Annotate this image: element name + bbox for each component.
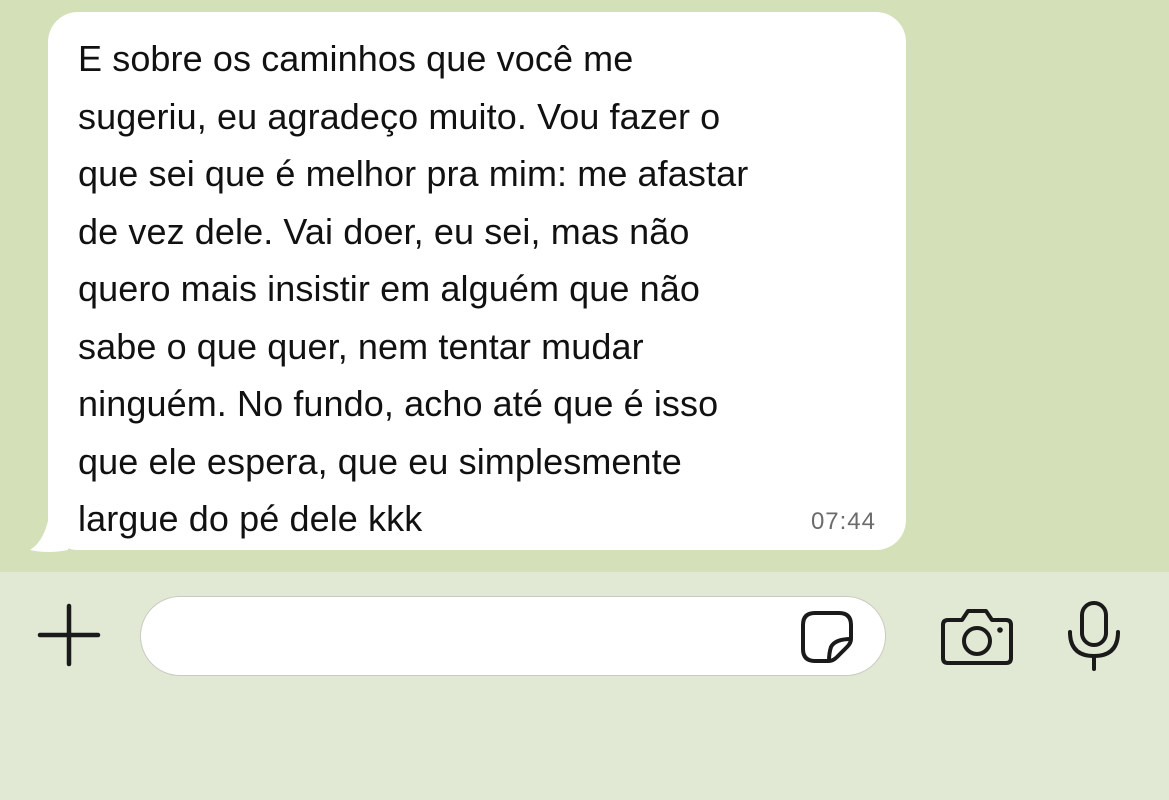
plus-icon [37,603,101,667]
sticker-icon [801,611,853,663]
message-list[interactable]: E sobre os caminhos que você me sugeriu,… [0,0,1169,572]
message-timestamp: 07:44 [810,508,876,535]
chat-screen: E sobre os caminhos que você me sugeriu,… [0,0,1169,800]
attach-button[interactable] [36,602,102,668]
microphone-button[interactable] [1064,600,1124,672]
message-text: E sobre os caminhos que você me sugeriu,… [78,38,749,539]
camera-icon [941,609,1013,665]
microphone-icon [1068,601,1120,671]
composer-bar [0,572,1169,800]
sticker-button[interactable] [799,609,855,665]
message-input[interactable] [140,596,886,676]
camera-button[interactable] [940,606,1014,666]
incoming-message-bubble[interactable]: E sobre os caminhos que você me sugeriu,… [48,12,906,550]
